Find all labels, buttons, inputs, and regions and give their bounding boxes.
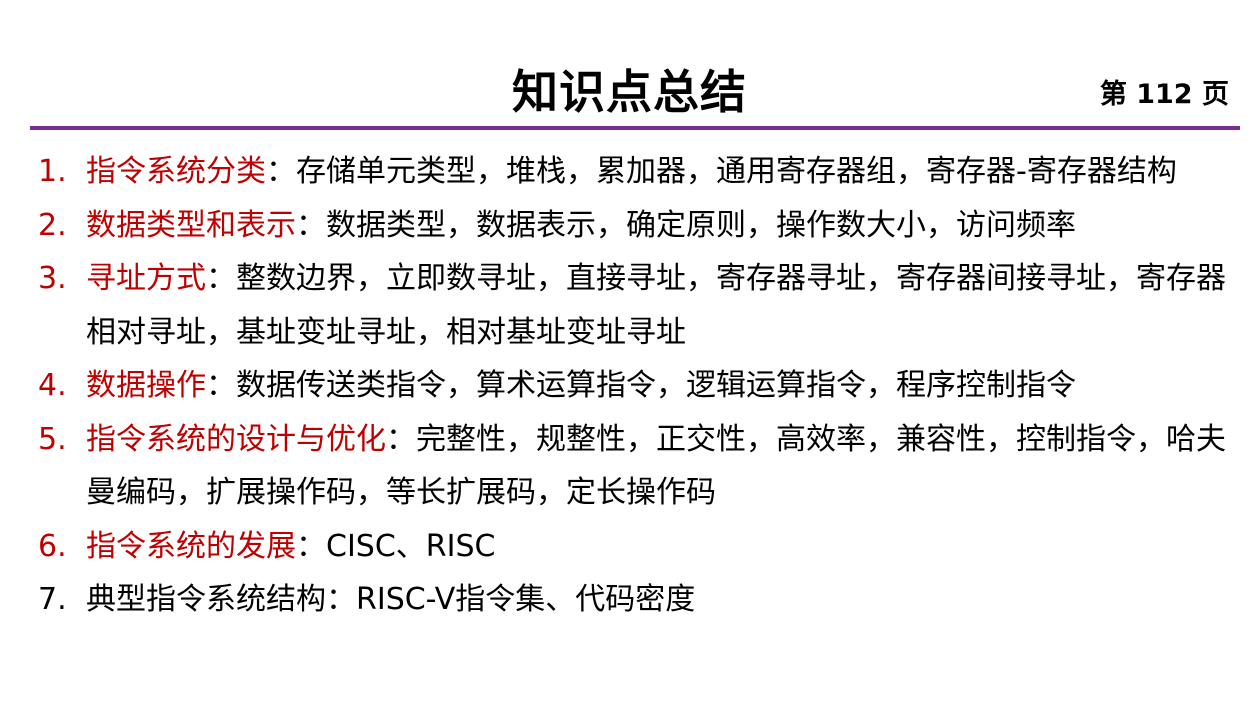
item-text: CISC、RISC <box>326 528 496 564</box>
item-number: 3. <box>38 261 67 296</box>
item-number: 7. <box>38 582 67 617</box>
item-text: 整数边界，立即数寻址，直接寻址，寄存器寻址，寄存器间接寻址，寄存器相对寻址，基址… <box>86 261 1226 350</box>
page-number: 第 112 页 <box>1099 79 1229 110</box>
list-item-7: 7. 典型指令系统结构：RISC-V指令集、代码密度 <box>38 573 1253 627</box>
item-text: RISC-V指令集、代码密度 <box>356 582 696 617</box>
item-number: 4. <box>38 368 67 403</box>
item-content: 指令系统的发展：CISC、RISC <box>86 520 1253 574</box>
list-item-2: 2. 数据类型和表示：数据类型，数据表示，确定原则，操作数大小，访问频率 <box>38 199 1253 253</box>
item-content: 数据操作：数据传送类指令，算术运算指令，逻辑运算指令，程序控制指令 <box>86 359 1253 413</box>
item-content: 典型指令系统结构：RISC-V指令集、代码密度 <box>86 573 1253 627</box>
item-content: 指令系统的设计与优化：完整性，规整性，正交性，高效率，兼容性，控制指令，哈夫曼编… <box>86 413 1253 520</box>
item-number: 5. <box>38 421 67 457</box>
title-divider <box>30 126 1240 130</box>
item-heading: 寻址方式 <box>86 261 206 296</box>
item-text: 数据传送类指令，算术运算指令，逻辑运算指令，程序控制指令 <box>236 368 1076 403</box>
item-text: 数据类型，数据表示，确定原则，操作数大小，访问频率 <box>326 207 1076 243</box>
item-text: 存储单元类型，堆栈，累加器，通用寄存器组，寄存器-寄存器结构 <box>296 154 1177 189</box>
item-content: 寻址方式：整数边界，立即数寻址，直接寻址，寄存器寻址，寄存器间接寻址，寄存器相对… <box>86 252 1253 359</box>
item-heading: 数据类型和表示 <box>86 207 296 243</box>
item-heading: 数据操作 <box>86 368 206 403</box>
item-separator: ： <box>326 582 356 617</box>
item-heading: 指令系统的发展 <box>86 528 296 564</box>
item-separator: ： <box>206 261 236 296</box>
list-item-1: 1. 指令系统分类：存储单元类型，堆栈，累加器，通用寄存器组，寄存器-寄存器结构 <box>38 145 1253 199</box>
item-number: 2. <box>38 207 67 243</box>
summary-list: 1. 指令系统分类：存储单元类型，堆栈，累加器，通用寄存器组，寄存器-寄存器结构… <box>38 145 1253 627</box>
item-separator: ： <box>296 528 326 564</box>
list-item-3: 3. 寻址方式：整数边界，立即数寻址，直接寻址，寄存器寻址，寄存器间接寻址，寄存… <box>38 252 1253 359</box>
item-separator: ： <box>206 368 236 403</box>
list-item-4: 4. 数据操作：数据传送类指令，算术运算指令，逻辑运算指令，程序控制指令 <box>38 359 1253 413</box>
item-heading: 指令系统的设计与优化 <box>86 421 386 457</box>
item-number: 1. <box>38 154 67 189</box>
list-item-5: 5. 指令系统的设计与优化：完整性，规整性，正交性，高效率，兼容性，控制指令，哈… <box>38 413 1253 520</box>
slide-title: 知识点总结 <box>512 65 747 119</box>
item-separator: ： <box>386 421 416 457</box>
item-number: 6. <box>38 528 67 564</box>
slide: 知识点总结 第 112 页 1. 指令系统分类：存储单元类型，堆栈，累加器，通用… <box>0 0 1259 705</box>
item-heading: 指令系统分类 <box>86 154 266 189</box>
item-heading: 典型指令系统结构 <box>86 582 326 617</box>
item-content: 数据类型和表示：数据类型，数据表示，确定原则，操作数大小，访问频率 <box>86 199 1253 253</box>
list-item-6: 6. 指令系统的发展：CISC、RISC <box>38 520 1253 574</box>
item-content: 指令系统分类：存储单元类型，堆栈，累加器，通用寄存器组，寄存器-寄存器结构 <box>86 145 1253 199</box>
item-separator: ： <box>296 207 326 243</box>
item-separator: ： <box>266 154 296 189</box>
